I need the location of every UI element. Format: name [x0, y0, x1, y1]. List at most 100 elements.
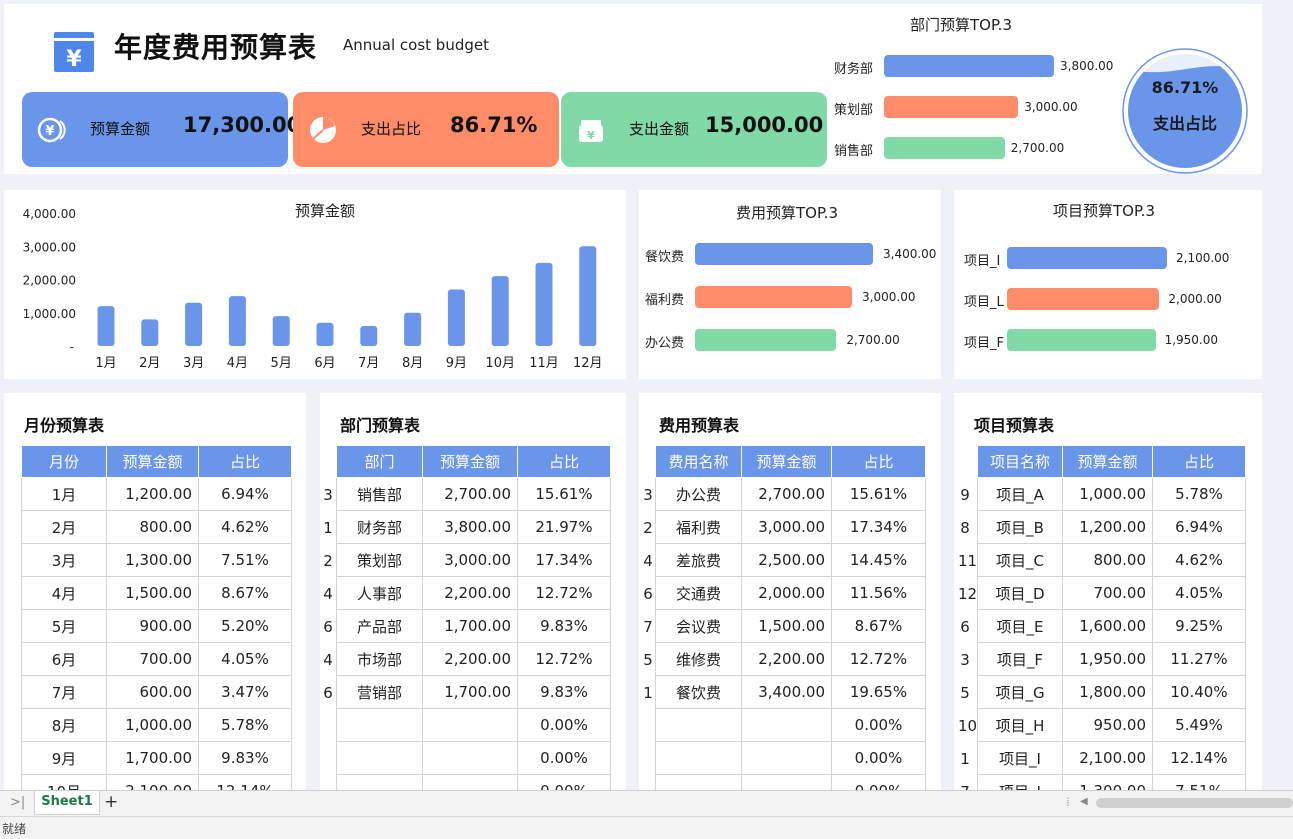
table-cell[interactable]: [422, 741, 518, 775]
table-cell[interactable]: 11.27%: [1152, 642, 1246, 676]
table-cell[interactable]: 1,500.00: [106, 576, 199, 610]
table-cell[interactable]: 9.83%: [517, 675, 611, 709]
table-cell[interactable]: 项目_A: [977, 477, 1063, 511]
table-cell[interactable]: 营销部: [336, 675, 423, 709]
horizontal-scrollbar[interactable]: [1096, 798, 1293, 808]
table-cell[interactable]: [655, 741, 742, 775]
table-cell[interactable]: 1月: [21, 477, 107, 511]
table-cell[interactable]: 1,500.00: [741, 609, 832, 643]
table-cell[interactable]: 800.00: [1062, 543, 1153, 577]
table-cell[interactable]: 8.67%: [831, 609, 926, 643]
table-cell[interactable]: 市场部: [336, 642, 423, 676]
table-cell[interactable]: 餐饮费: [655, 675, 742, 709]
table-cell[interactable]: 销售部: [336, 477, 423, 511]
table-cell[interactable]: 19.65%: [831, 675, 926, 709]
table-cell[interactable]: [422, 708, 518, 742]
table-cell[interactable]: 12.72%: [517, 642, 611, 676]
table-cell[interactable]: 维修费: [655, 642, 742, 676]
table-cell[interactable]: [655, 708, 742, 742]
table-cell[interactable]: 会议费: [655, 609, 742, 643]
table-cell[interactable]: 1,200.00: [106, 477, 199, 511]
table-cell[interactable]: 12.72%: [831, 642, 926, 676]
table-cell[interactable]: 产品部: [336, 609, 423, 643]
table-cell[interactable]: 6.94%: [1152, 510, 1246, 544]
table-cell[interactable]: 1,800.00: [1062, 675, 1153, 709]
table-cell[interactable]: 项目_B: [977, 510, 1063, 544]
table-cell[interactable]: 4.05%: [198, 642, 292, 676]
table-cell[interactable]: 1,700.00: [106, 741, 199, 775]
table-cell[interactable]: 8.67%: [198, 576, 292, 610]
table-cell[interactable]: [336, 708, 423, 742]
table-cell[interactable]: 1,000.00: [106, 708, 199, 742]
table-cell[interactable]: 1,600.00: [1062, 609, 1153, 643]
table-cell[interactable]: 700.00: [106, 642, 199, 676]
table-cell[interactable]: 5.49%: [1152, 708, 1246, 742]
table-cell[interactable]: 项目_E: [977, 609, 1063, 643]
table-cell[interactable]: [336, 741, 423, 775]
table-cell[interactable]: 1,000.00: [1062, 477, 1153, 511]
table-cell[interactable]: 项目_G: [977, 675, 1063, 709]
table-cell[interactable]: 2,200.00: [422, 642, 518, 676]
table-cell[interactable]: 3,000.00: [422, 543, 518, 577]
table-cell[interactable]: 3,800.00: [422, 510, 518, 544]
table-cell[interactable]: [741, 708, 832, 742]
table-cell[interactable]: 5.20%: [198, 609, 292, 643]
table-cell[interactable]: 4月: [21, 576, 107, 610]
table-cell[interactable]: 15.61%: [517, 477, 611, 511]
table-cell[interactable]: 6月: [21, 642, 107, 676]
table-cell[interactable]: 5.78%: [1152, 477, 1246, 511]
table-cell[interactable]: 6.94%: [198, 477, 292, 511]
table-cell[interactable]: 项目_H: [977, 708, 1063, 742]
table-cell[interactable]: 8月: [21, 708, 107, 742]
table-cell[interactable]: 项目_C: [977, 543, 1063, 577]
table-cell[interactable]: 项目_F: [977, 642, 1063, 676]
table-cell[interactable]: 900.00: [106, 609, 199, 643]
table-cell[interactable]: 3,000.00: [741, 510, 832, 544]
table-cell[interactable]: 交通费: [655, 576, 742, 610]
table-cell[interactable]: 21.97%: [517, 510, 611, 544]
table-cell[interactable]: 2,500.00: [741, 543, 832, 577]
table-cell[interactable]: 9.25%: [1152, 609, 1246, 643]
table-cell[interactable]: 2月: [21, 510, 107, 544]
table-cell[interactable]: 12.14%: [1152, 741, 1246, 775]
table-cell[interactable]: 600.00: [106, 675, 199, 709]
table-cell[interactable]: 15.61%: [831, 477, 926, 511]
table-cell[interactable]: 700.00: [1062, 576, 1153, 610]
table-cell[interactable]: 3月: [21, 543, 107, 577]
table-cell[interactable]: 财务部: [336, 510, 423, 544]
table-cell[interactable]: 1,950.00: [1062, 642, 1153, 676]
table-cell[interactable]: 0.00%: [831, 741, 926, 775]
table-cell[interactable]: 0.00%: [831, 708, 926, 742]
table-cell[interactable]: 1,700.00: [422, 675, 518, 709]
table-cell[interactable]: 9.83%: [517, 609, 611, 643]
table-cell[interactable]: 10.40%: [1152, 675, 1246, 709]
sheet-nav-last-icon[interactable]: >|: [10, 795, 25, 810]
table-cell[interactable]: 5月: [21, 609, 107, 643]
table-cell[interactable]: 9.83%: [198, 741, 292, 775]
table-cell[interactable]: 7.51%: [198, 543, 292, 577]
table-cell[interactable]: 950.00: [1062, 708, 1153, 742]
table-cell[interactable]: 福利费: [655, 510, 742, 544]
table-cell[interactable]: 人事部: [336, 576, 423, 610]
table-cell[interactable]: 7月: [21, 675, 107, 709]
table-cell[interactable]: 5.78%: [198, 708, 292, 742]
table-cell[interactable]: [741, 741, 832, 775]
table-cell[interactable]: 办公费: [655, 477, 742, 511]
table-cell[interactable]: 4.62%: [1152, 543, 1246, 577]
table-cell[interactable]: 4.62%: [198, 510, 292, 544]
table-cell[interactable]: 1,300.00: [106, 543, 199, 577]
table-cell[interactable]: 11.56%: [831, 576, 926, 610]
table-cell[interactable]: 800.00: [106, 510, 199, 544]
table-cell[interactable]: 17.34%: [517, 543, 611, 577]
table-cell[interactable]: 2,700.00: [422, 477, 518, 511]
table-cell[interactable]: 1,700.00: [422, 609, 518, 643]
table-cell[interactable]: 0.00%: [517, 708, 611, 742]
table-cell[interactable]: 3,400.00: [741, 675, 832, 709]
table-cell[interactable]: 12.72%: [517, 576, 611, 610]
table-cell[interactable]: 9月: [21, 741, 107, 775]
table-cell[interactable]: 17.34%: [831, 510, 926, 544]
scroll-left-icon[interactable]: ◀: [1080, 796, 1088, 807]
table-cell[interactable]: 项目_I: [977, 741, 1063, 775]
table-cell[interactable]: 策划部: [336, 543, 423, 577]
table-cell[interactable]: 2,100.00: [1062, 741, 1153, 775]
